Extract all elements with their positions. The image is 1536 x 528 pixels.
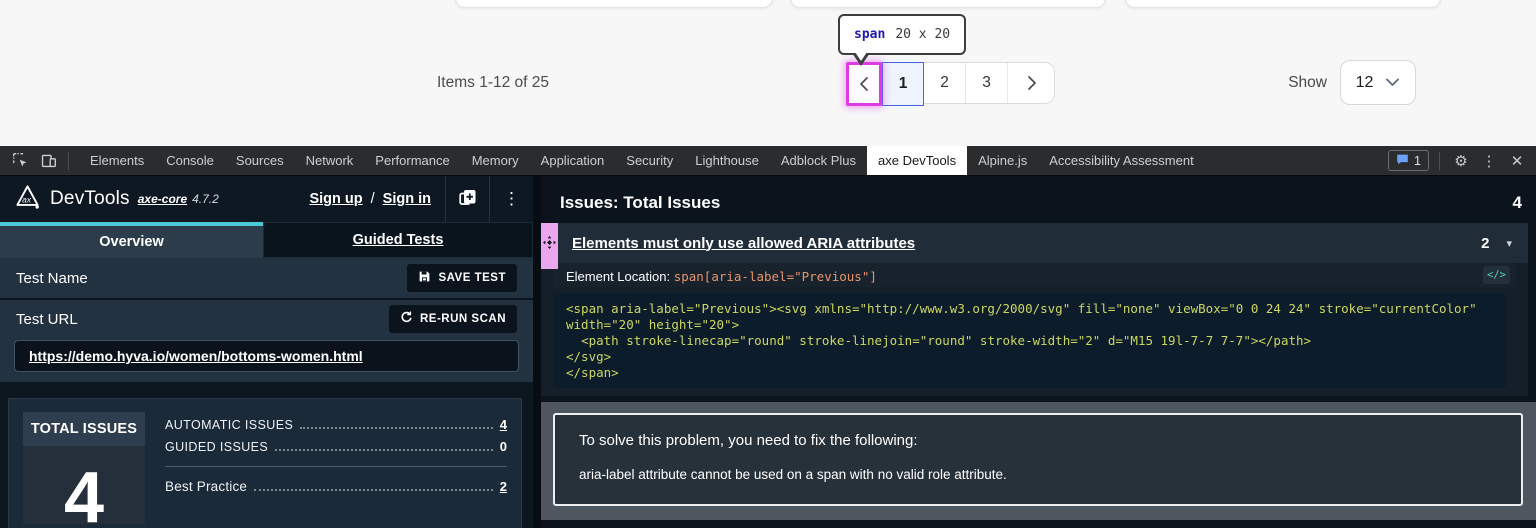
show-label: Show xyxy=(1288,73,1327,91)
items-count-label: Items 1-12 of 25 xyxy=(437,74,550,91)
solve-detail: aria-label attribute cannot be used on a… xyxy=(579,467,1007,483)
devtools-tab-sources[interactable]: Sources xyxy=(225,146,295,175)
axe-brand-title: DevTools xyxy=(50,188,130,209)
page-size-value: 12 xyxy=(1355,73,1374,91)
chevron-left-icon xyxy=(858,76,871,92)
summary-row-best-practice: Best Practice 2 xyxy=(165,479,507,494)
total-issues-title: TOTAL ISSUES xyxy=(23,412,145,446)
svg-text:ax: ax xyxy=(22,195,32,205)
copy-plus-icon xyxy=(457,186,479,213)
product-card xyxy=(1125,0,1441,8)
issue-tags-panel: Found automatically Issue severity: seri… xyxy=(547,523,1530,528)
device-toolbar-icon[interactable] xyxy=(36,149,60,173)
axe-devtools-panel: ax DevTools axe-core 4.7.2 Sign up / Sig… xyxy=(0,176,533,528)
chevron-right-icon xyxy=(1025,75,1038,91)
test-url-label: Test URL xyxy=(16,310,78,328)
product-card xyxy=(790,0,1106,8)
element-location-label: Element Location: xyxy=(566,269,674,284)
inspect-tooltip: span 20 x 20 xyxy=(838,14,967,55)
issue-rule-link[interactable]: Elements must only use allowed ARIA attr… xyxy=(572,235,915,252)
total-issues-card: TOTAL ISSUES 4 AUTOMATIC ISSUES 4 GUIDED… xyxy=(8,398,522,528)
divider xyxy=(165,466,507,467)
devtools-tab-application[interactable]: Application xyxy=(530,146,616,175)
issues-counter-badge[interactable]: 1 xyxy=(1388,150,1429,171)
product-card xyxy=(455,0,773,8)
page-size-select[interactable]: 12 xyxy=(1340,60,1416,105)
issue-code-snippet: <span aria-label="Previous"><svg xmlns="… xyxy=(553,293,1506,389)
issues-total-count: 4 xyxy=(1512,193,1522,212)
issues-heading: Issues: Total Issues xyxy=(560,193,721,212)
axe-core-version: 4.7.2 xyxy=(192,192,219,206)
tooltip-dimensions: 20 x 20 xyxy=(895,27,951,42)
axe-panel-header: ax DevTools axe-core 4.7.2 Sign up / Sig… xyxy=(0,176,533,222)
summary-row-automatic: AUTOMATIC ISSUES 4 xyxy=(165,417,507,432)
guided-issues-count: 0 xyxy=(499,439,507,454)
kebab-menu-icon[interactable]: ⋮ xyxy=(1478,152,1500,170)
rerun-scan-button[interactable]: RE-RUN SCAN xyxy=(389,305,517,333)
storefront-page: Items 1-12 of 25 span 20 x 20 1 2 3 Show… xyxy=(0,0,1536,146)
issues-panel: Issues: Total Issues 4 Elements must onl… xyxy=(541,176,1536,528)
test-url-link[interactable]: https://demo.hyva.io/women/bottoms-women… xyxy=(29,348,363,364)
move-highlight-icon xyxy=(543,236,556,269)
devtools-tab-bar: Elements Console Sources Network Perform… xyxy=(0,146,1536,176)
automatic-issues-count-link[interactable]: 4 xyxy=(500,417,507,432)
devtools-tab-security[interactable]: Security xyxy=(615,146,684,175)
tab-overview[interactable]: Overview xyxy=(0,222,263,258)
element-location-bar: Element Location: span[aria-label="Previ… xyxy=(553,263,1516,287)
message-bubble-icon xyxy=(1396,153,1409,169)
issues-counter-value: 1 xyxy=(1414,153,1421,168)
devtools-tab-elements[interactable]: Elements xyxy=(79,146,155,175)
devtools-tab-adblock-plus[interactable]: Adblock Plus xyxy=(770,146,867,175)
axe-logo: ax xyxy=(14,183,41,215)
issue-rule-count: 2 xyxy=(1481,234,1490,252)
refresh-icon xyxy=(400,311,413,327)
divider xyxy=(1439,151,1440,170)
new-tab-button[interactable] xyxy=(445,176,489,222)
devtools-tab-network[interactable]: Network xyxy=(295,146,365,175)
tooltip-tag-name: span xyxy=(854,27,886,42)
kebab-menu-icon: ⋮ xyxy=(503,189,520,208)
pagination-prev-button[interactable] xyxy=(846,62,882,106)
solve-title: To solve this problem, you need to fix t… xyxy=(579,432,918,450)
save-test-button[interactable]: SAVE TEST xyxy=(407,264,517,292)
axe-core-link[interactable]: axe-core xyxy=(138,192,187,206)
save-floppy-icon xyxy=(418,270,431,286)
settings-gear-icon[interactable]: ⚙ xyxy=(1450,152,1472,170)
devtools-tab-alpinejs[interactable]: Alpine.js xyxy=(967,146,1038,175)
devtools-tab-console[interactable]: Console xyxy=(155,146,225,175)
devtools-tab-accessibility-assessment[interactable]: Accessibility Assessment xyxy=(1038,146,1205,175)
tab-guided-tests[interactable]: Guided Tests xyxy=(263,222,533,258)
close-devtools-icon[interactable]: ✕ xyxy=(1506,152,1528,170)
panel-divider xyxy=(533,176,541,528)
pagination-next-button[interactable] xyxy=(1008,63,1054,103)
inspect-element-icon[interactable] xyxy=(8,149,32,173)
issue-header-row[interactable]: Elements must only use allowed ARIA attr… xyxy=(541,223,1528,263)
sign-up-link[interactable]: Sign up xyxy=(309,191,362,207)
total-issues-count: 4 xyxy=(63,458,105,528)
pagination-page-3[interactable]: 3 xyxy=(966,63,1008,103)
sign-in-link[interactable]: Sign in xyxy=(383,191,431,207)
devtools-tab-memory[interactable]: Memory xyxy=(461,146,530,175)
solve-section: To solve this problem, you need to fix t… xyxy=(541,402,1536,521)
divider xyxy=(68,151,69,170)
chevron-down-icon xyxy=(1385,74,1400,92)
best-practice-count-link[interactable]: 2 xyxy=(500,479,507,494)
element-location-selector: span[aria-label="Previous"] xyxy=(673,269,877,284)
devtools-tab-performance[interactable]: Performance xyxy=(364,146,460,175)
pagination-page-2[interactable]: 2 xyxy=(924,63,966,103)
issue-severity-stripe xyxy=(541,223,558,269)
devtools-tab-lighthouse[interactable]: Lighthouse xyxy=(684,146,770,175)
devtools-tab-axe-devtools[interactable]: axe DevTools xyxy=(867,146,968,175)
issue-card: Elements must only use allowed ARIA attr… xyxy=(541,223,1528,397)
collapse-caret-icon[interactable]: ▾ xyxy=(1506,237,1512,250)
test-url-box: https://demo.hyva.io/women/bottoms-women… xyxy=(14,340,519,372)
test-name-label: Test Name xyxy=(16,269,88,287)
solve-box: To solve this problem, you need to fix t… xyxy=(553,413,1523,507)
pagination: 1 2 3 xyxy=(846,62,1055,106)
view-source-button[interactable]: </> xyxy=(1483,266,1510,284)
axe-options-menu-button[interactable]: ⋮ xyxy=(489,176,533,222)
summary-row-guided: GUIDED ISSUES 0 xyxy=(165,439,507,454)
pagination-page-1[interactable]: 1 xyxy=(882,62,924,106)
